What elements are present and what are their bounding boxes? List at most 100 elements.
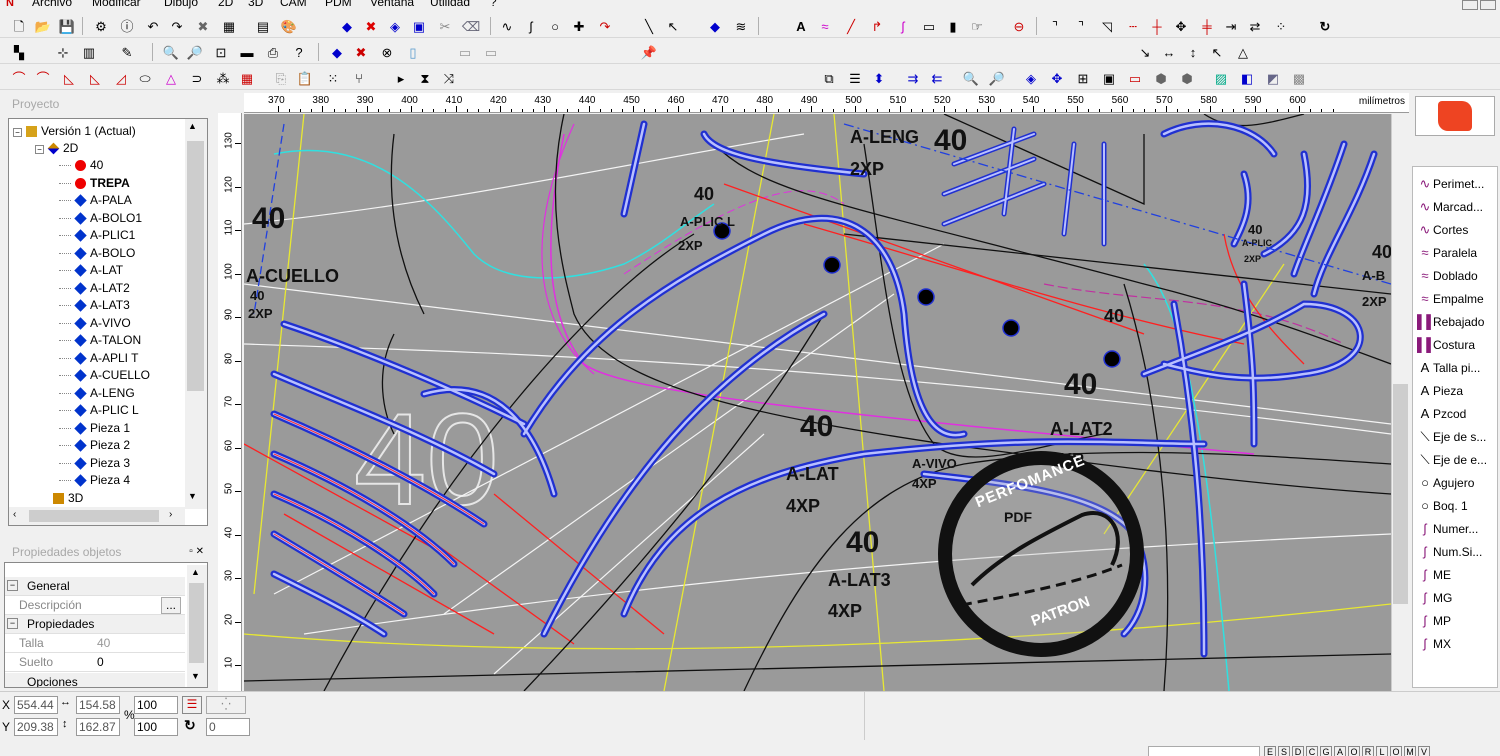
tool-10[interactable]: A Pzcod [1417, 403, 1467, 425]
zoom-in-icon[interactable]: 🔍 [162, 43, 180, 61]
tool-0[interactable]: ∿ Perimet... [1417, 173, 1485, 195]
tool-13[interactable]: ○ Agujero [1417, 472, 1474, 494]
delete-icon[interactable]: ✖ [194, 17, 212, 35]
fillet-icon[interactable]: ↷ [596, 17, 614, 35]
menu-dibujo[interactable]: Dibujo [164, 0, 198, 9]
status-toggle[interactable]: O [1390, 746, 1402, 756]
select-icon[interactable]: ◆ [338, 17, 356, 35]
tool-14[interactable]: ○ Boq. 1 [1417, 495, 1468, 517]
status-toggle[interactable]: M [1404, 746, 1416, 756]
trace-3-icon[interactable]: ◺ [60, 69, 78, 87]
dash-icon[interactable]: ┄ [1124, 17, 1142, 35]
snap-mode-1-icon[interactable]: ◆ [328, 43, 346, 61]
help-icon[interactable]: ? [290, 43, 308, 61]
layer-17[interactable]: Pieza 3 [74, 455, 130, 472]
tree-scroll-thumb[interactable] [187, 141, 204, 391]
tool-19[interactable]: ʃ MP [1417, 610, 1451, 632]
tool-12[interactable]: ⟍ Eje de e... [1417, 449, 1487, 471]
trace-5-icon[interactable]: ◿ [112, 69, 130, 87]
panel-controls-icon[interactable]: ▫ ✕ [189, 544, 204, 560]
dots-icon[interactable]: ⁂ [214, 69, 232, 87]
section-general[interactable]: General [5, 577, 185, 596]
descripcion-edit-button[interactable]: ... [161, 597, 181, 614]
nodes-icon[interactable]: ⁙ [324, 69, 342, 87]
hand-icon[interactable]: ☞ [968, 17, 986, 35]
print-icon[interactable]: ⎙ [264, 43, 282, 61]
status-toggle[interactable]: A [1334, 746, 1346, 756]
receive-icon[interactable]: ⇇ [928, 69, 946, 87]
pin-icon[interactable]: 📌 [640, 43, 658, 61]
status-toggle[interactable]: D [1292, 746, 1304, 756]
cross-icon[interactable]: ┼ [1148, 17, 1166, 35]
fill2-icon[interactable]: ⬢ [1178, 69, 1196, 87]
paste-icon[interactable]: 📋 [296, 69, 314, 87]
tool-18[interactable]: ʃ MG [1417, 587, 1453, 609]
properties-icon[interactable]: ▦ [220, 17, 238, 35]
angle-input[interactable]: 0 [206, 718, 250, 736]
tree-vertical-scrollbar[interactable]: ▲ ▼ [185, 119, 207, 509]
layer-14[interactable]: A-PLIC L [74, 402, 139, 419]
zoom-all-icon[interactable]: 🔍 [962, 69, 980, 87]
sym-icon[interactable]: ◈ [1022, 69, 1040, 87]
layer-16[interactable]: Pieza 2 [74, 437, 130, 454]
menu-help[interactable]: ? [490, 0, 497, 9]
redo-icon[interactable]: ↷ [168, 17, 186, 35]
grid-snap-icon[interactable]: ⁛ [206, 696, 246, 714]
status-toggle[interactable]: V [1418, 746, 1430, 756]
line-icon[interactable]: ╲ [640, 17, 658, 35]
snap-mode-2-icon[interactable]: ✖ [352, 43, 370, 61]
move-icon[interactable]: ✥ [1172, 17, 1190, 35]
layer-15[interactable]: Pieza 1 [74, 420, 130, 437]
v-dim-icon[interactable]: ↕ [1184, 43, 1202, 61]
zoom-y-input[interactable]: 100 [134, 718, 178, 736]
tree-3d[interactable]: 3D [53, 490, 83, 507]
warning-icon[interactable]: △ [162, 69, 180, 87]
tool-9[interactable]: A Pieza [1417, 380, 1463, 402]
status-toggle[interactable]: R [1362, 746, 1374, 756]
snap-icon[interactable]: ⊹ [54, 43, 72, 61]
invert-select-icon[interactable]: ▣ [410, 17, 428, 35]
save-icon[interactable]: 💾 [58, 17, 76, 35]
tool-15[interactable]: ʃ Numer... [1417, 518, 1479, 540]
fold2-icon[interactable]: ⌝ [1072, 17, 1090, 35]
layer-3[interactable]: A-BOLO1 [74, 210, 142, 227]
text-icon[interactable]: A [792, 17, 810, 35]
tool-20[interactable]: ʃ MX [1417, 633, 1451, 655]
layer-0[interactable]: 40 [75, 157, 103, 174]
tool-4[interactable]: ≈ Doblado [1417, 265, 1477, 287]
snap-mode-3-icon[interactable]: ⊗ [378, 43, 396, 61]
triangle-icon[interactable]: △ [1234, 43, 1252, 61]
duplicate-icon[interactable]: ⧉ [820, 69, 838, 87]
tool-3[interactable]: ≈ Paralela [1417, 242, 1477, 264]
export-icon[interactable]: ▣ [1100, 69, 1118, 87]
doc-icon[interactable]: ▯ [404, 43, 422, 61]
center-icon[interactable]: ✥ [1048, 69, 1066, 87]
point-icon[interactable]: ✚ [570, 17, 588, 35]
trace-4-icon[interactable]: ◺ [86, 69, 104, 87]
image-icon[interactable]: ▨ [1212, 69, 1230, 87]
send-icon[interactable]: ⇉ [904, 69, 922, 87]
stack-icon[interactable]: ☰ [846, 69, 864, 87]
bottle-icon[interactable]: ▮ [944, 17, 962, 35]
hourglass-icon[interactable]: ⧗ [416, 69, 434, 87]
layer-5[interactable]: A-BOLO [74, 245, 135, 262]
ruler-icon[interactable]: ▬ [238, 43, 256, 61]
fill-icon[interactable]: ⬢ [1152, 69, 1170, 87]
scissors-icon[interactable]: ▚ [10, 43, 28, 61]
settings-icon[interactable]: ⚙ [92, 17, 110, 35]
cross-arrows-icon[interactable]: ⤨ [440, 69, 458, 87]
layers-icon[interactable]: ▤ [254, 17, 272, 35]
tool-6[interactable]: ▌▌Rebajado [1417, 311, 1484, 333]
layer-13[interactable]: A-LENG [74, 385, 135, 402]
tool-16[interactable]: ʃ Num.Si... [1417, 541, 1483, 563]
box-icon[interactable]: ▭ [456, 43, 474, 61]
double-cross-icon[interactable]: ╪ [1198, 17, 1216, 35]
drawing-canvas[interactable]: 40 40 A-LENG 2XP 40 A-PLIC L 2XP 40 A-CU… [244, 114, 1391, 691]
layer-8[interactable]: A-LAT3 [74, 297, 130, 314]
window-icon[interactable]: ▭ [1126, 69, 1144, 87]
zoom-prev-icon[interactable]: 🔎 [988, 69, 1006, 87]
layer-12[interactable]: A-CUELLO [74, 367, 150, 384]
trace-1-icon[interactable]: ⌒ [10, 69, 28, 87]
select-all-icon[interactable]: ◈ [386, 17, 404, 35]
tree-root[interactable]: − Versión 1 (Actual) [13, 123, 136, 140]
